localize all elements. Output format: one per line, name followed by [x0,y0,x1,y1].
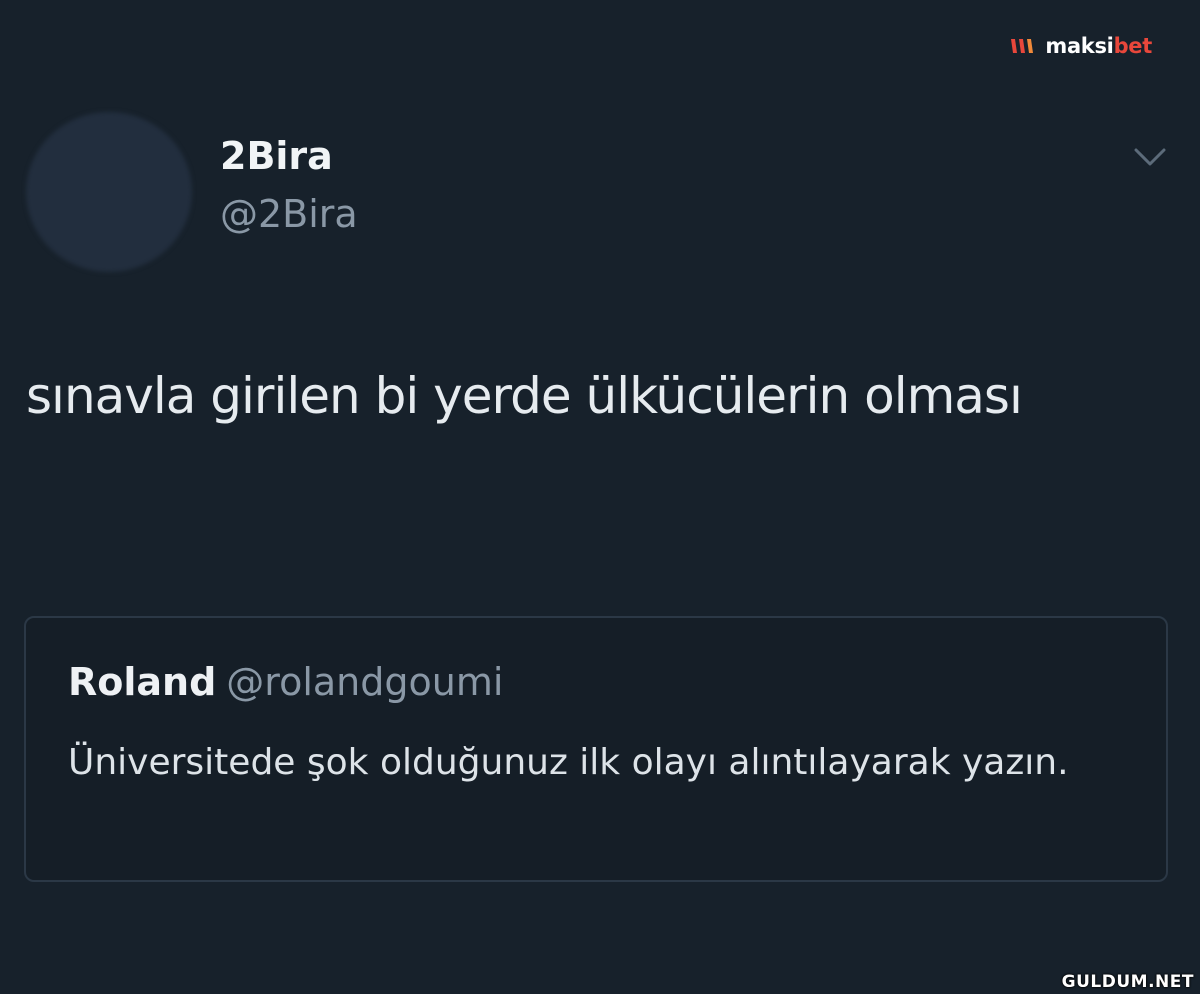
user-handle[interactable]: @2Bira [220,192,358,236]
display-name[interactable]: 2Bira [220,134,333,178]
quoted-tweet-text: Üniversitede şok olduğunuz ilk olayı alı… [68,742,1069,783]
chevron-down-icon[interactable] [1132,142,1168,172]
quoted-display-name: Roland [68,660,217,704]
avatar[interactable] [26,112,192,272]
quoted-user-handle: @rolandgoumi [226,660,504,704]
maksibet-logo: maksibet [1009,34,1152,58]
tweet-header: 2Bira @2Bira [26,112,1174,272]
quoted-tweet-card[interactable]: Roland @rolandgoumi Üniversitede şok oldu… [24,616,1168,882]
maksibet-logo-text: maksibet [1045,34,1152,58]
tweet-text: sınavla girilen bi yerde ülkücülerin olm… [26,367,1023,425]
site-watermark: GULDUM.NET [1061,972,1194,992]
maksibet-logo-icon [1011,39,1034,53]
quoted-tweet-header: Roland @rolandgoumi [68,660,503,704]
